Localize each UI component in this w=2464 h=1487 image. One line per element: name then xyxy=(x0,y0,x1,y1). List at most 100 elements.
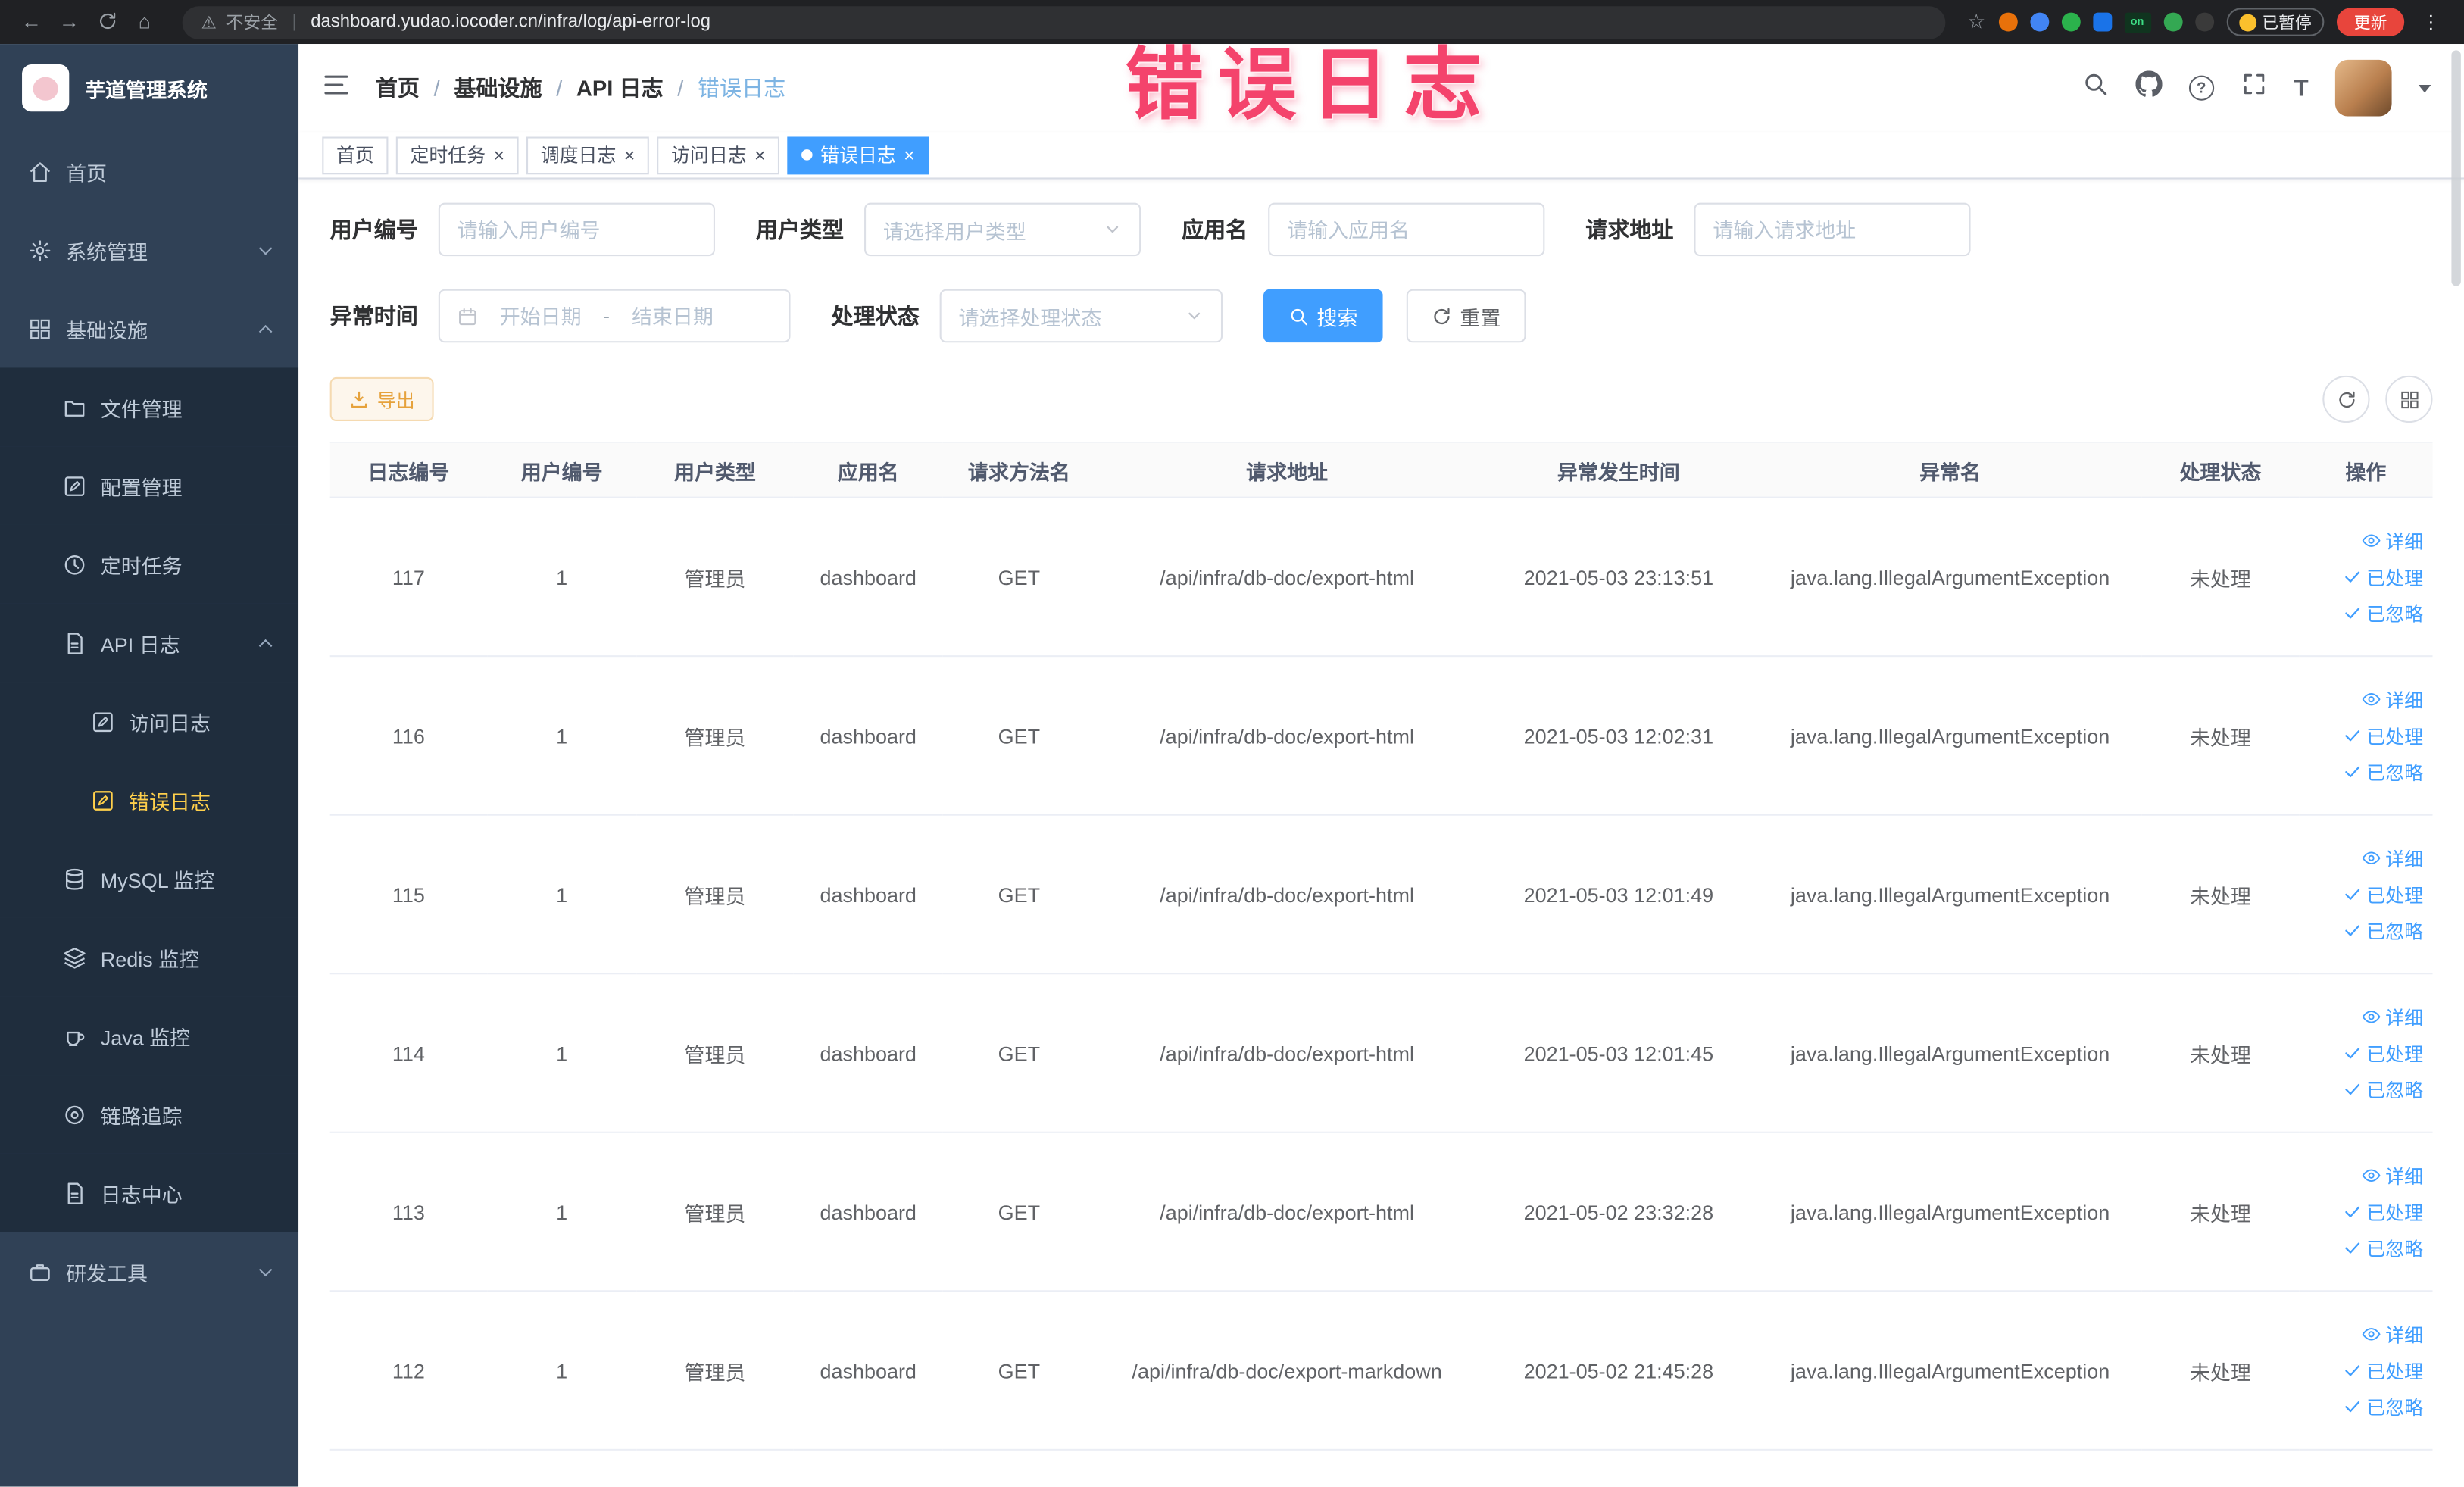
cell-user-type: 管理员 xyxy=(636,814,794,975)
close-icon[interactable]: × xyxy=(904,145,915,164)
avatar-caret-icon[interactable] xyxy=(2418,83,2431,92)
page-scrollbar[interactable] xyxy=(2451,50,2461,286)
processed-link[interactable]: 已处理 xyxy=(2343,564,2423,590)
request-url-input[interactable] xyxy=(1713,217,1952,242)
end-date-input[interactable] xyxy=(617,304,728,328)
processed-link[interactable]: 已处理 xyxy=(2343,1198,2423,1225)
column-setting-button[interactable] xyxy=(2385,375,2433,423)
start-date-input[interactable] xyxy=(486,304,596,328)
extension-on-badge[interactable]: on xyxy=(2123,11,2151,33)
back-icon[interactable]: ← xyxy=(16,0,47,44)
user-id-input[interactable] xyxy=(457,217,697,242)
sidebar-item-label: MySQL 监控 xyxy=(100,868,215,892)
sidebar-item-tracing[interactable]: 链路追踪 xyxy=(0,1075,299,1154)
extension-icon[interactable] xyxy=(2092,12,2112,32)
forward-icon[interactable]: → xyxy=(54,0,85,44)
font-size-icon[interactable]: T xyxy=(2294,75,2309,102)
help-icon[interactable] xyxy=(2188,75,2214,101)
ignored-link[interactable]: 已忽略 xyxy=(2343,758,2423,785)
detail-link[interactable]: 详细 xyxy=(2362,845,2423,871)
process-status-select[interactable]: 请选择处理状态 xyxy=(939,289,1223,343)
col-app-name: 应用名 xyxy=(793,441,943,498)
bookmark-star-icon[interactable]: ☆ xyxy=(1967,9,1985,34)
detail-link[interactable]: 详细 xyxy=(2362,686,2423,713)
address-bar[interactable]: ⚠ 不安全 | dashboard.yudao.iocoder.cn/infra… xyxy=(182,5,1946,39)
processed-link[interactable]: 已处理 xyxy=(2343,722,2423,748)
ignored-link[interactable]: 已忽略 xyxy=(2343,917,2423,944)
extension-icon[interactable] xyxy=(2163,12,2182,32)
sidebar-item-access-log[interactable]: 访问日志 xyxy=(0,682,299,761)
cell-user-type: 管理员 xyxy=(636,973,794,1133)
breadcrumb-item[interactable]: 基础设施 xyxy=(454,72,542,103)
processed-link[interactable]: 已处理 xyxy=(2343,1039,2423,1066)
calendar-icon xyxy=(458,306,478,326)
ignored-link[interactable]: 已忽略 xyxy=(2343,1393,2423,1420)
sidebar-item-system-mgmt[interactable]: 系统管理 xyxy=(0,211,298,289)
avatar[interactable] xyxy=(2334,59,2392,117)
ignored-link[interactable]: 已忽略 xyxy=(2343,599,2423,626)
sidebar-item-error-log[interactable]: 错误日志 xyxy=(0,761,299,839)
browser-update-button[interactable]: 更新 xyxy=(2336,8,2405,36)
processed-link[interactable]: 已处理 xyxy=(2343,881,2423,908)
browser-home-icon[interactable]: ⌂ xyxy=(129,0,160,44)
refresh-button[interactable] xyxy=(2322,375,2370,423)
browser-menu-icon[interactable]: ⋮ xyxy=(2417,11,2445,33)
breadcrumb-item[interactable]: API 日志 xyxy=(576,72,664,103)
col-user-type: 用户类型 xyxy=(636,441,794,498)
tab-access-log[interactable]: 访问日志 × xyxy=(657,136,780,174)
github-icon[interactable] xyxy=(2135,70,2162,105)
table-toolbar: 导出 xyxy=(329,375,2433,423)
tab-label: 错误日志 xyxy=(820,144,896,167)
cell-log-id: 114 xyxy=(329,973,488,1133)
ignored-link[interactable]: 已忽略 xyxy=(2343,1235,2423,1261)
breadcrumb-item[interactable]: 首页 xyxy=(376,72,420,103)
sidebar-item-infrastructure[interactable]: 基础设施 xyxy=(0,289,298,368)
detail-link[interactable]: 详细 xyxy=(2362,1004,2423,1030)
cell-log-id: 113 xyxy=(329,1132,488,1292)
extension-icon[interactable] xyxy=(2060,12,2080,32)
user-id-input-wrap xyxy=(438,202,715,257)
cell-log-id: 117 xyxy=(329,497,488,658)
action-label: 已处理 xyxy=(2366,1360,2424,1382)
extension-icon[interactable] xyxy=(2194,12,2214,32)
sidebar-item-log-center[interactable]: 日志中心 xyxy=(0,1153,299,1232)
tab-error-log[interactable]: 错误日志 × xyxy=(787,136,929,174)
date-range-picker[interactable]: - xyxy=(438,289,791,343)
reset-button[interactable]: 重置 xyxy=(1406,289,1526,343)
detail-link[interactable]: 详细 xyxy=(2362,1162,2423,1189)
close-icon[interactable]: × xyxy=(493,145,504,164)
sidebar-item-dashboard[interactable]: 首页 xyxy=(0,132,298,211)
ignored-link[interactable]: 已忽略 xyxy=(2343,1076,2423,1102)
table-row: 115 1 管理员 dashboard GET /api/infra/db-do… xyxy=(329,814,2433,975)
export-button[interactable]: 导出 xyxy=(329,376,434,421)
sidebar-item-file-mgmt[interactable]: 文件管理 xyxy=(0,367,299,447)
search-icon[interactable] xyxy=(2082,70,2109,105)
app-name-input[interactable] xyxy=(1287,217,1526,242)
cell-request-url: /api/infra/db-doc/export-markdown xyxy=(1095,1291,1479,1451)
fullscreen-icon[interactable] xyxy=(2241,70,2267,105)
extension-icon[interactable] xyxy=(1997,12,2017,32)
sidebar-item-config-mgmt[interactable]: 配置管理 xyxy=(0,446,299,525)
tab-home[interactable]: 首页 xyxy=(322,136,389,174)
close-icon[interactable]: × xyxy=(754,145,766,164)
reload-icon[interactable] xyxy=(91,0,122,44)
detail-link[interactable]: 详细 xyxy=(2362,527,2423,554)
sidebar-item-java-monitor[interactable]: Java 监控 xyxy=(0,996,299,1076)
chevron-up-icon xyxy=(258,323,273,338)
hamburger-icon[interactable] xyxy=(322,70,350,106)
sidebar-item-mysql-monitor[interactable]: MySQL 监控 xyxy=(0,839,299,918)
sidebar-item-scheduled-tasks[interactable]: 定时任务 xyxy=(0,524,299,604)
processed-link[interactable]: 已处理 xyxy=(2343,1357,2423,1383)
user-type-select[interactable]: 请选择用户类型 xyxy=(864,202,1141,257)
sidebar-item-api-log[interactable]: API 日志 xyxy=(0,603,299,683)
tab-scheduled-tasks[interactable]: 定时任务 × xyxy=(395,136,519,174)
detail-link[interactable]: 详细 xyxy=(2362,1321,2423,1348)
close-icon[interactable]: × xyxy=(624,145,636,164)
sidebar-logo[interactable]: 芋道管理系统 xyxy=(0,44,298,132)
paused-badge[interactable]: 已暂停 xyxy=(2225,8,2325,36)
sidebar-item-dev-tools[interactable]: 研发工具 xyxy=(0,1232,298,1311)
extension-icon[interactable] xyxy=(2029,12,2049,32)
sidebar-item-redis-monitor[interactable]: Redis 监控 xyxy=(0,917,299,997)
tab-schedule-log[interactable]: 调度日志 × xyxy=(526,136,649,174)
search-button[interactable]: 搜索 xyxy=(1263,289,1383,343)
